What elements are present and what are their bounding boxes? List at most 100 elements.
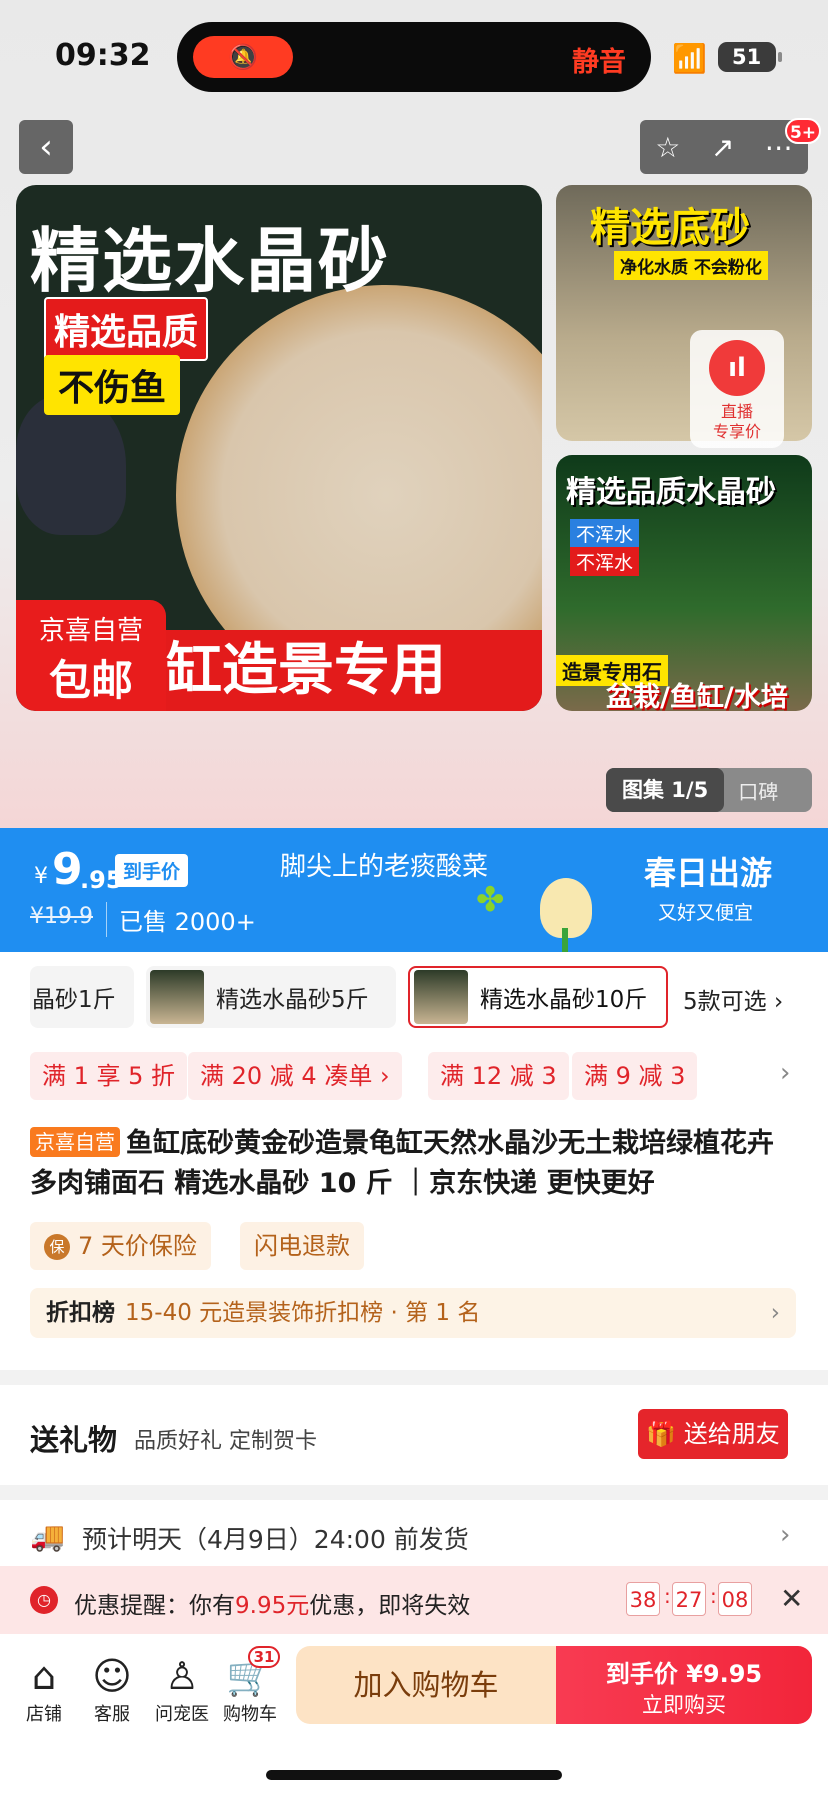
reminder-suffix: 优惠，即将失效 — [309, 1593, 471, 1619]
promo-tag-2[interactable]: 满 20 减 4 凑单 › — [188, 1052, 402, 1100]
battery-indicator: 51 — [718, 42, 782, 72]
thumb2-tag2: 不浑水 — [570, 547, 640, 576]
countdown-colon: : — [710, 1584, 717, 1608]
image-band-text: 缸造景专用 — [166, 630, 542, 711]
thumb2-bottom: 盆栽/鱼缸/水培 — [606, 682, 788, 711]
spec-option-1[interactable]: 晶砂1斤 — [30, 966, 134, 1028]
gift-subtitle: 品质好礼 定制贺卡 — [134, 1429, 317, 1454]
reminder-text: 优惠提醒：你有9.95元优惠，即将失效 — [74, 1586, 470, 1620]
insurance-label: 7 天价保险 — [78, 1232, 197, 1260]
chevron-right-icon[interactable]: › — [780, 1058, 790, 1088]
reminder-prefix: 优惠提醒：你有 — [74, 1593, 235, 1619]
promo-tag-3[interactable]: 满 12 减 3 — [428, 1052, 569, 1100]
spec-thumbnail — [414, 970, 468, 1024]
thumbnail-2[interactable]: 精选品质水晶砂 不浑水 不浑水 造景专用石 盆栽/鱼缸/水培 — [556, 455, 812, 711]
doctor-icon: ♙ — [164, 1654, 200, 1698]
free-shipping-label: 包邮 — [48, 656, 133, 705]
cart-label: 购物车 — [223, 1704, 277, 1725]
chevron-right-icon: › — [770, 1300, 780, 1326]
chevron-left-icon: ‹ — [39, 127, 53, 167]
store-label: 店铺 — [26, 1704, 62, 1725]
clock-icon: ◷ — [30, 1586, 58, 1614]
tab-reviews[interactable]: 口碑 — [724, 776, 778, 805]
fast-refund-badge[interactable]: 闪电退款 — [240, 1222, 364, 1270]
chevron-right-icon: › — [780, 1520, 791, 1550]
sold-count: 已售 2000+ — [106, 902, 256, 937]
ask-vet-button[interactable]: ♙ 问宠医 — [152, 1652, 212, 1726]
star-icon[interactable]: ☆ — [655, 131, 680, 164]
buy-price: 到手价 ¥9.95 — [605, 1660, 763, 1688]
close-icon[interactable]: ✕ — [780, 1582, 803, 1615]
tab-gallery[interactable]: 图集 1/5 — [606, 768, 725, 812]
image-tag-safe: 不伤鱼 — [44, 355, 181, 415]
banner-slogan: 脚尖上的老痰酸菜 — [280, 852, 489, 882]
thumb1-sub: 净化水质 不会粉化 — [614, 251, 768, 280]
spec-label: 精选水晶砂5斤 — [216, 987, 369, 1013]
reminder-amount: 9.95元 — [235, 1593, 310, 1619]
spec-selector: 晶砂1斤 精选水晶砂5斤 精选水晶砂10斤 5款可选 › — [0, 966, 828, 1028]
thumb2-tag1: 不浑水 — [570, 519, 640, 548]
product-title-text: 鱼缸底砂黄金砂造景龟缸天然水晶沙无土栽培绿植花卉多肉铺面石 精选水晶砂 10 斤… — [30, 1128, 774, 1199]
spec-option-3-selected[interactable]: 精选水晶砂10斤 — [408, 966, 668, 1028]
home-indicator — [266, 1770, 562, 1780]
image-tag-quality: 精选品质 — [44, 297, 209, 361]
wifi-icon: 📶 — [672, 42, 707, 75]
discount-rank-bar[interactable]: 折扣榜 15-40 元造景装饰折扣榜 · 第 1 名 › — [30, 1288, 796, 1338]
spec-label: 精选水晶砂10斤 — [480, 987, 648, 1013]
share-icon[interactable]: ↗ — [711, 131, 734, 164]
bell-slash-icon: 🔕 — [193, 36, 293, 78]
thumb1-title: 精选底砂 — [590, 205, 750, 251]
rock-image — [16, 395, 126, 535]
bottom-action-bar: ⌂ 店铺 ☺ 客服 ♙ 问宠医 🛒 购物车 31 加入购物车 到手价 ¥9.95 立即购… — [0, 1634, 828, 1795]
campaign-title: 春日出游 — [644, 854, 773, 892]
customer-service-button[interactable]: ☺ 客服 — [82, 1652, 142, 1726]
countdown-seconds: 08 — [718, 1582, 752, 1616]
currency-symbol: ¥ — [34, 864, 48, 889]
jx-label: 京喜自营 — [38, 616, 143, 646]
store-tag: 京喜自营 — [30, 1127, 120, 1157]
spec-label: 晶砂1斤 — [32, 987, 116, 1013]
buy-now-button[interactable]: 到手价 ¥9.95 立即购买 — [556, 1646, 812, 1724]
main-product-image[interactable]: 精选水晶砂 精选品质 不伤鱼 京喜自营 包邮 缸造景专用 — [16, 185, 542, 711]
store-button[interactable]: ⌂ 店铺 — [14, 1652, 74, 1726]
final-price-badge: 到手价 — [115, 854, 189, 887]
price-insurance-badge[interactable]: 保 7 天价保险 — [30, 1222, 211, 1270]
clover-icon: ✤ — [476, 880, 505, 920]
spec-more-link[interactable]: 5款可选 › — [683, 982, 783, 1016]
back-button[interactable]: ‹ — [19, 120, 73, 174]
tulip-stem — [562, 928, 568, 952]
rank-text: 15-40 元造景装饰折扣榜 · 第 1 名 — [125, 1300, 481, 1326]
live-icon: ıl — [709, 340, 765, 396]
vet-label: 问宠医 — [155, 1704, 209, 1725]
product-info-card: 晶砂1斤 精选水晶砂5斤 精选水晶砂10斤 5款可选 › 满 1 享 5 折 满… — [0, 952, 828, 1370]
spec-option-2[interactable]: 精选水晶砂5斤 — [146, 966, 396, 1028]
original-price: ¥19.9 — [30, 904, 93, 929]
thumb2-title: 精选品质水晶砂 — [566, 475, 776, 510]
gallery-tabs: 图集 1/5 口碑 — [606, 768, 812, 812]
store-icon: ⌂ — [31, 1654, 57, 1698]
promo-tag-1[interactable]: 满 1 享 5 折 — [30, 1052, 188, 1100]
shield-icon: 保 — [44, 1234, 70, 1260]
gift-heading: 送礼物 — [30, 1423, 118, 1457]
rank-label: 折扣榜 — [46, 1300, 115, 1326]
countdown-colon: : — [664, 1584, 671, 1608]
status-time: 09:32 — [55, 38, 151, 73]
buy-label: 立即购买 — [642, 1693, 726, 1717]
image-title: 精选水晶砂 — [30, 220, 390, 302]
campaign-subtitle: 又好又便宜 — [658, 902, 754, 924]
service-label: 客服 — [94, 1704, 130, 1725]
cart-count-badge: 31 — [248, 1646, 280, 1668]
add-to-cart-button[interactable]: 加入购物车 — [296, 1646, 556, 1724]
send-to-friend-button[interactable]: 🎁 送给朋友 — [638, 1409, 788, 1459]
product-title: 京喜自营 鱼缸底砂黄金砂造景龟缸天然水晶沙无土栽培绿植花卉多肉铺面石 精选水晶砂 … — [30, 1124, 800, 1204]
live-price-button[interactable]: ıl 直播 专享价 — [690, 330, 784, 448]
nav-actions: ☆ ↗ ⋯ — [640, 120, 808, 174]
promo-tag-4[interactable]: 满 9 减 3 — [572, 1052, 698, 1100]
countdown-minutes: 27 — [672, 1582, 706, 1616]
live-price-label: 专享价 — [712, 422, 761, 441]
more-badge: 5+ — [785, 118, 821, 144]
coupon-reminder: ◷ 优惠提醒：你有9.95元优惠，即将失效 38 : 27 : 08 ✕ — [0, 1566, 828, 1634]
price-banner: ¥ 9 .95 到手价 ¥19.9 已售 2000+ 脚尖上的老痰酸菜 ✤ 春日… — [0, 828, 828, 952]
chat-icon: ☺ — [92, 1654, 132, 1698]
truck-icon: 🚚 — [30, 1520, 65, 1553]
